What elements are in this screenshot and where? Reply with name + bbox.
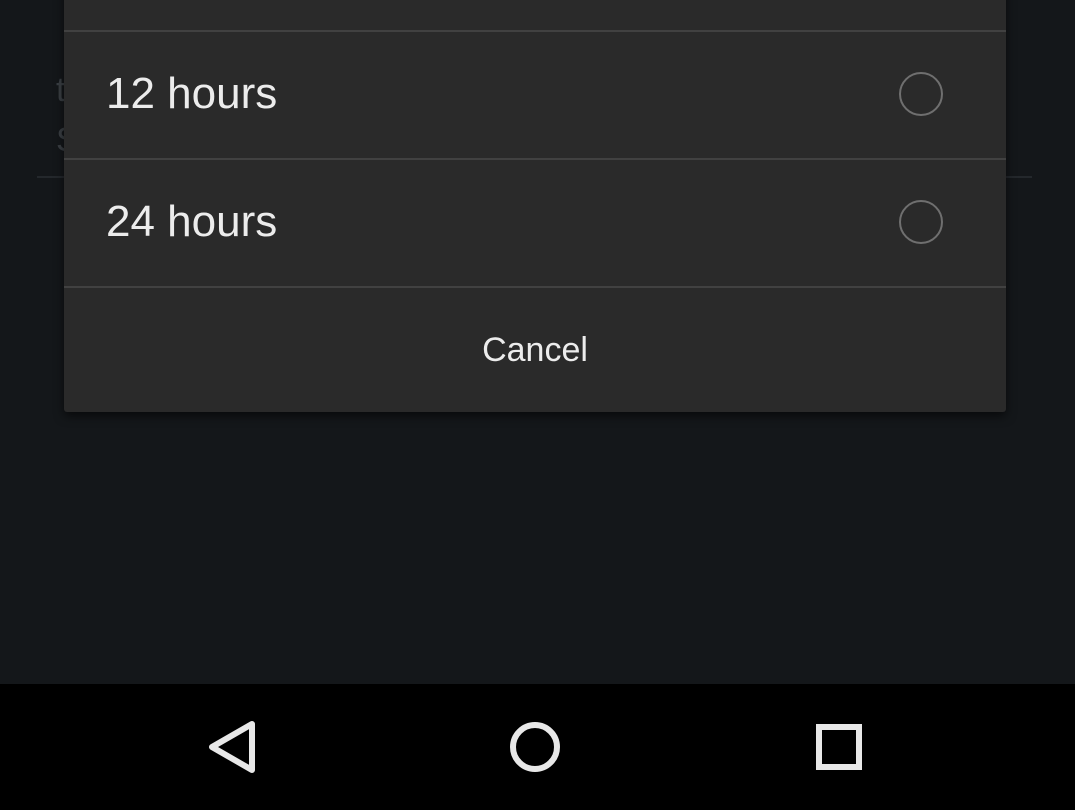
- screen: t S 12 hours 24 hours Cancel: [0, 0, 1075, 810]
- option-label: 24 hours: [106, 197, 278, 246]
- time-format-dialog: 12 hours 24 hours Cancel: [64, 0, 1006, 412]
- home-button[interactable]: [500, 714, 570, 780]
- navigation-bar: [0, 684, 1075, 810]
- recents-button[interactable]: [804, 714, 874, 780]
- radio-button-24-hours[interactable]: [899, 200, 943, 244]
- option-24-hours[interactable]: 24 hours: [64, 158, 1006, 286]
- recents-square-icon: [816, 724, 862, 770]
- back-button[interactable]: [198, 714, 268, 780]
- option-label: 12 hours: [106, 69, 278, 118]
- back-triangle-icon: [209, 721, 255, 773]
- cancel-label: Cancel: [482, 331, 588, 369]
- home-circle-icon: [510, 722, 560, 772]
- option-12-hours[interactable]: 12 hours: [64, 30, 1006, 158]
- radio-button-12-hours[interactable]: [899, 72, 943, 116]
- cancel-button[interactable]: Cancel: [64, 286, 1006, 412]
